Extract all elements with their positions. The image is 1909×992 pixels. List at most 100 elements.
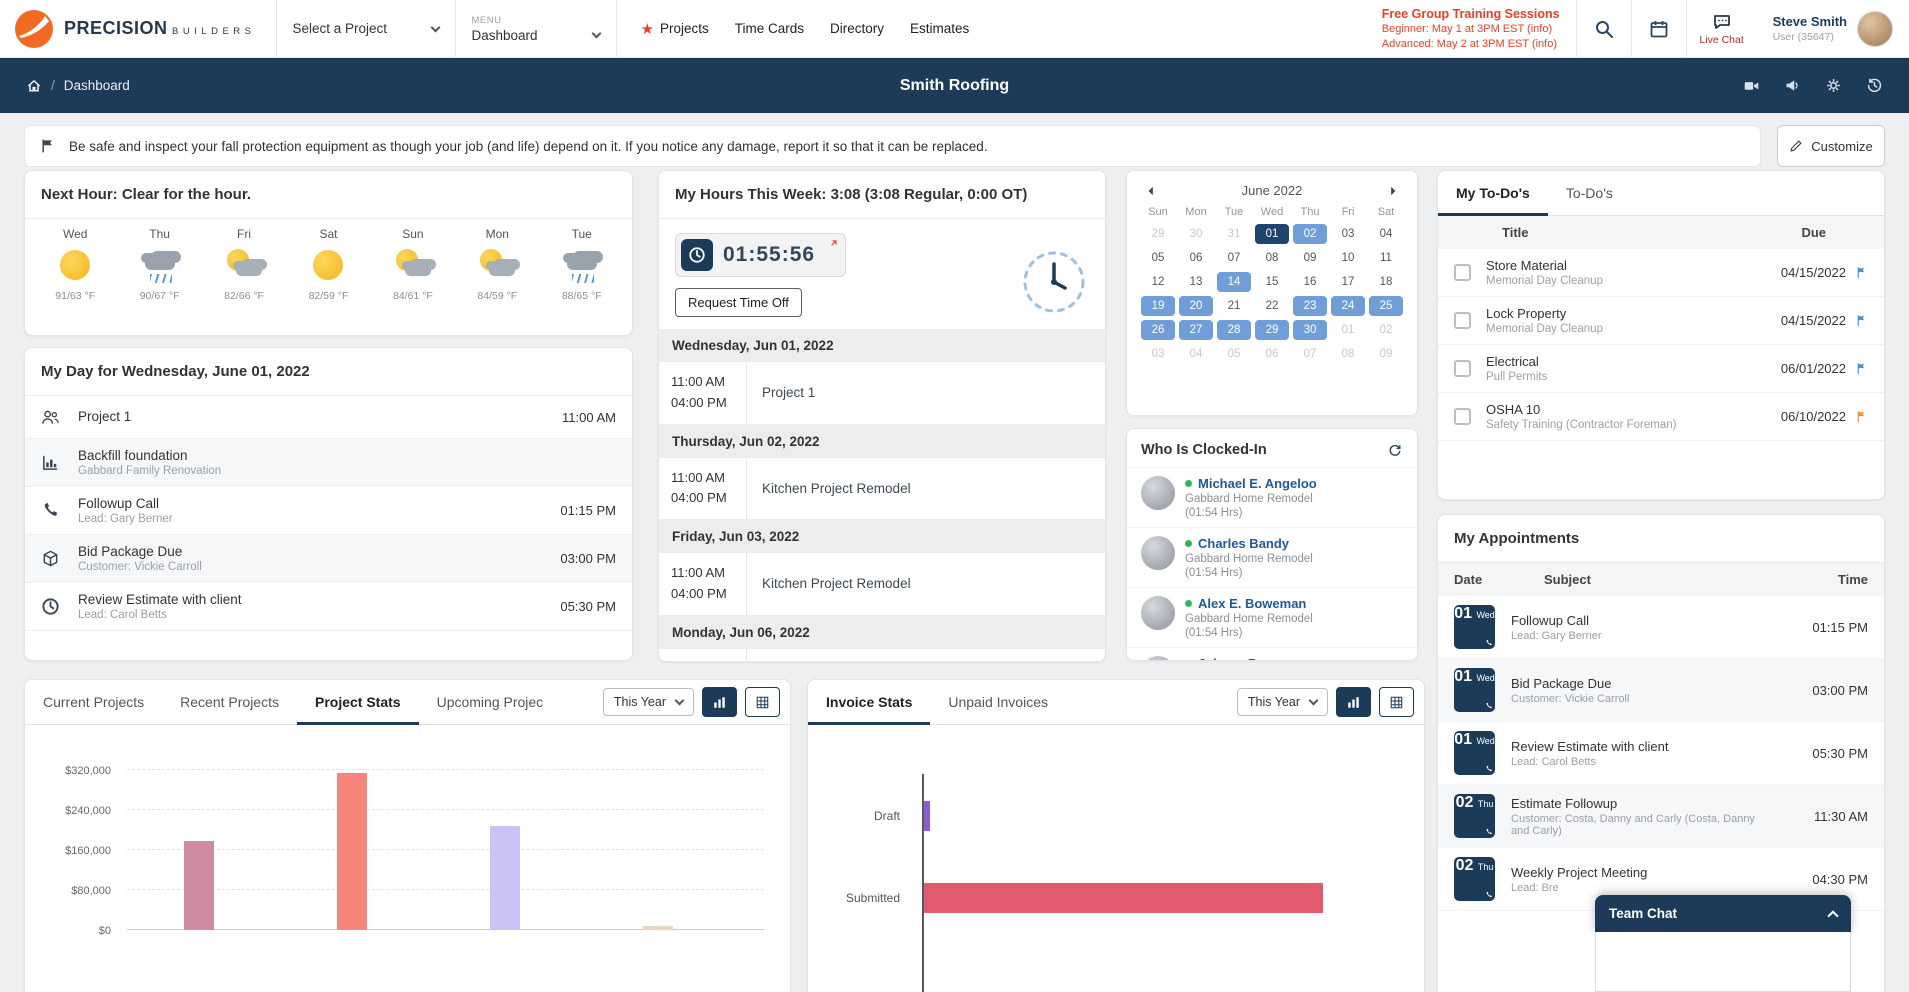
clocked-in-person[interactable]: Johnny Bravo bbox=[1127, 647, 1417, 661]
app-logo[interactable]: PRECISION BUILDERS bbox=[0, 9, 276, 49]
appointment-date-badge[interactable]: 01 Wed bbox=[1454, 731, 1495, 775]
nav-item-estimates[interactable]: Estimates bbox=[910, 21, 969, 36]
projects-tab[interactable]: Upcoming Projec bbox=[419, 680, 562, 724]
calendar-day-cell[interactable]: 18 bbox=[1369, 272, 1403, 292]
todos-tab[interactable]: To-Do's bbox=[1548, 171, 1631, 215]
calendar-next-button[interactable] bbox=[1387, 185, 1399, 197]
projects-tab[interactable]: Recent Projects bbox=[162, 680, 297, 724]
schedule-entry[interactable]: 11:00 AM 04:00 PM Kitchen Project Remode… bbox=[659, 458, 1105, 521]
project-select-dropdown[interactable]: Select a Project bbox=[277, 21, 455, 36]
calendar-day-cell[interactable]: 07 bbox=[1293, 344, 1327, 364]
schedule-project[interactable]: Kitchen Project Remodel bbox=[747, 553, 1105, 615]
breadcrumb-current[interactable]: Dashboard bbox=[64, 78, 130, 93]
schedule-project[interactable]: Project 23b bbox=[747, 649, 1105, 662]
calendar-button[interactable] bbox=[1632, 0, 1686, 57]
todo-checkbox[interactable] bbox=[1454, 312, 1471, 329]
invoice-tab[interactable]: Invoice Stats bbox=[808, 680, 930, 724]
calendar-day-cell[interactable]: 10 bbox=[1331, 248, 1365, 268]
my-day-item-title[interactable]: Project 1 bbox=[78, 409, 131, 424]
my-day-item-title[interactable]: Review Estimate with client bbox=[78, 592, 242, 607]
todo-item[interactable]: Store Material Memorial Day Cleanup 04/1… bbox=[1438, 249, 1884, 297]
appointment-subject[interactable]: Estimate Followup bbox=[1511, 796, 1761, 811]
gear-icon[interactable] bbox=[1825, 77, 1842, 94]
projects-tab[interactable]: Current Projects bbox=[25, 680, 162, 724]
customize-button[interactable]: Customize bbox=[1777, 125, 1885, 167]
calendar-day-cell[interactable]: 22 bbox=[1255, 296, 1289, 316]
chevron-up-icon[interactable] bbox=[1827, 910, 1838, 921]
nav-item-projects[interactable]: ★ Projects bbox=[641, 20, 709, 38]
my-day-item-title[interactable]: Backfill foundation bbox=[78, 448, 221, 463]
schedule-entry[interactable]: 11:00 AM 04:00 PM Project 23b bbox=[659, 649, 1105, 662]
calendar-day-cell[interactable]: 01 bbox=[1331, 320, 1365, 340]
period-select[interactable]: This Year bbox=[1237, 688, 1328, 716]
calendar-day-cell[interactable]: 09 bbox=[1293, 248, 1327, 268]
appointment-item[interactable]: 01 Wed Review Estimate with client Lead:… bbox=[1438, 722, 1884, 785]
invoice-tab[interactable]: Unpaid Invoices bbox=[930, 680, 1066, 724]
timer-widget[interactable]: 01:55:56 bbox=[675, 233, 846, 277]
live-chat-button[interactable]: Live Chat bbox=[1687, 12, 1757, 46]
appointment-date-badge[interactable]: 01 Wed bbox=[1454, 605, 1495, 649]
person-name[interactable]: Alex E. Boweman bbox=[1198, 596, 1306, 611]
calendar-day-cell[interactable]: 05 bbox=[1217, 344, 1251, 364]
calendar-day-cell[interactable]: 29 bbox=[1255, 320, 1289, 340]
my-day-item[interactable]: Followup Call Lead: Gary Berner 01:15 PM bbox=[25, 487, 632, 535]
calendar-day-cell[interactable]: 07 bbox=[1217, 248, 1251, 268]
person-name-row[interactable]: Alex E. Boweman bbox=[1185, 596, 1313, 611]
appointment-item[interactable]: 01 Wed Bid Package Due Customer: Vickie … bbox=[1438, 659, 1884, 722]
todo-title[interactable]: Lock Property bbox=[1486, 306, 1603, 321]
my-day-item[interactable]: Bid Package Due Customer: Vickie Carroll… bbox=[25, 535, 632, 583]
calendar-day-cell[interactable]: 04 bbox=[1179, 344, 1213, 364]
nav-item-directory[interactable]: Directory bbox=[830, 21, 884, 36]
clocked-in-person[interactable]: Michael E. Angeloo Gabbard Home Remodel … bbox=[1127, 467, 1417, 527]
person-name[interactable]: Johnny Bravo bbox=[1198, 656, 1285, 661]
megaphone-icon[interactable] bbox=[1784, 77, 1801, 94]
todo-checkbox[interactable] bbox=[1454, 360, 1471, 377]
calendar-day-cell[interactable]: 31 bbox=[1217, 224, 1251, 244]
favorite-star-icon[interactable]: ★ bbox=[641, 20, 654, 38]
todo-checkbox[interactable] bbox=[1454, 264, 1471, 281]
grid-view-button[interactable] bbox=[1379, 687, 1414, 717]
my-day-item-title[interactable]: Bid Package Due bbox=[78, 544, 202, 559]
calendar-day-cell[interactable]: 28 bbox=[1217, 320, 1251, 340]
schedule-project[interactable]: Project 1 bbox=[747, 362, 1105, 424]
todos-tab[interactable]: My To-Do's bbox=[1438, 171, 1548, 215]
person-name[interactable]: Charles Bandy bbox=[1198, 536, 1289, 551]
calendar-day-cell[interactable]: 19 bbox=[1141, 296, 1175, 316]
calendar-day-cell[interactable]: 11 bbox=[1369, 248, 1403, 268]
calendar-day-cell[interactable]: 27 bbox=[1179, 320, 1213, 340]
user-menu[interactable]: Steve Smith User (35647) bbox=[1757, 11, 1909, 47]
clocked-in-person[interactable]: Charles Bandy Gabbard Home Remodel (01:5… bbox=[1127, 527, 1417, 587]
chart-view-button[interactable] bbox=[702, 687, 737, 717]
appointment-item[interactable]: 01 Wed Followup Call Lead: Gary Berner 0… bbox=[1438, 596, 1884, 659]
appointment-subject[interactable]: Followup Call bbox=[1511, 613, 1602, 628]
appointment-date-badge[interactable]: 01 Wed bbox=[1454, 668, 1495, 712]
my-day-item-title[interactable]: Followup Call bbox=[78, 496, 173, 511]
calendar-prev-button[interactable] bbox=[1145, 185, 1157, 197]
todo-item[interactable]: OSHA 10 Safety Training (Contractor Fore… bbox=[1438, 393, 1884, 441]
calendar-day-cell[interactable]: 21 bbox=[1217, 296, 1251, 316]
todo-title[interactable]: Electrical bbox=[1486, 354, 1547, 369]
calendar-day-cell[interactable]: 15 bbox=[1255, 272, 1289, 292]
period-select[interactable]: This Year bbox=[603, 688, 694, 716]
calendar-day-cell[interactable]: 02 bbox=[1293, 224, 1327, 244]
todo-title[interactable]: Store Material bbox=[1486, 258, 1603, 273]
todo-title[interactable]: OSHA 10 bbox=[1486, 402, 1676, 417]
calendar-day-cell[interactable]: 04 bbox=[1369, 224, 1403, 244]
avatar[interactable] bbox=[1857, 11, 1893, 47]
schedule-entry[interactable]: 11:00 AM 04:00 PM Kitchen Project Remode… bbox=[659, 553, 1105, 616]
person-name-row[interactable]: Charles Bandy bbox=[1185, 536, 1313, 551]
clocked-in-person[interactable]: Alex E. Boweman Gabbard Home Remodel (01… bbox=[1127, 587, 1417, 647]
calendar-day-cell[interactable]: 02 bbox=[1369, 320, 1403, 340]
calendar-day-cell[interactable]: 25 bbox=[1369, 296, 1403, 316]
home-icon[interactable] bbox=[26, 78, 42, 94]
calendar-day-cell[interactable]: 30 bbox=[1293, 320, 1327, 340]
calendar-day-cell[interactable]: 01 bbox=[1255, 224, 1289, 244]
appointment-date-badge[interactable]: 02 Thu bbox=[1454, 794, 1495, 838]
calendar-day-cell[interactable]: 29 bbox=[1141, 224, 1175, 244]
video-camera-icon[interactable] bbox=[1743, 77, 1760, 94]
refresh-icon[interactable] bbox=[1387, 442, 1403, 458]
calendar-day-cell[interactable]: 14 bbox=[1217, 272, 1251, 292]
person-name[interactable]: Michael E. Angeloo bbox=[1198, 476, 1317, 491]
team-chat-header[interactable]: Team Chat bbox=[1595, 895, 1851, 932]
training-sessions-notice[interactable]: Free Group Training Sessions Beginner: M… bbox=[1382, 6, 1560, 51]
